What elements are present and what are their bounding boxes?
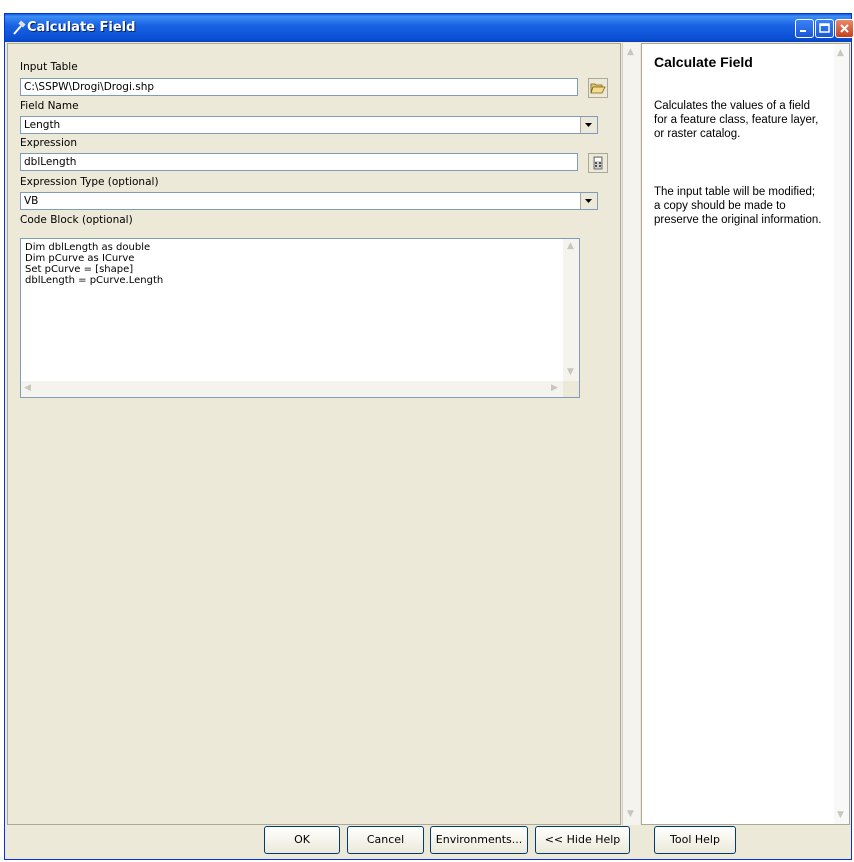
- expression-type-dropdown-button[interactable]: [580, 193, 597, 209]
- code-block-horizontal-scrollbar[interactable]: ◀ ▶: [21, 381, 563, 397]
- input-table-field[interactable]: C:\SSPW\Drogi\Drogi.shp: [20, 78, 578, 96]
- code-block-label: Code Block (optional): [20, 214, 133, 226]
- help-vertical-scrollbar[interactable]: ▲ ▼: [834, 44, 849, 824]
- help-note: The input table will be modified; a copy…: [654, 186, 822, 226]
- expression-type-label: Expression Type (optional): [20, 176, 159, 188]
- help-title: Calculate Field: [654, 54, 753, 70]
- field-name-dropdown[interactable]: Length: [20, 116, 598, 134]
- scroll-up-icon: ▲: [627, 47, 634, 57]
- expression-label: Expression: [20, 137, 77, 149]
- hammer-tool-icon: [13, 20, 26, 35]
- code-line: Dim pCurve as ICurve: [25, 253, 135, 264]
- parameters-panel: Input Table C:\SSPW\Drogi\Drogi.shp Fiel…: [7, 43, 621, 825]
- code-line: dblLength = pCurve.Length: [25, 275, 164, 286]
- field-name-label: Field Name: [20, 100, 79, 112]
- scroll-corner: [563, 381, 579, 397]
- code-block-textarea[interactable]: Dim dblLength as double Dim pCurve as IC…: [20, 238, 580, 398]
- minimize-button[interactable]: [795, 19, 814, 38]
- expression-calculator-button[interactable]: [588, 153, 608, 173]
- open-folder-icon: [590, 83, 606, 94]
- expression-type-value: VB: [24, 195, 39, 207]
- parameters-vertical-scrollbar[interactable]: ▲ ▼: [622, 43, 640, 825]
- calculate-field-window: Calculate Field Input Table C:\SSPW\Drog…: [4, 13, 854, 860]
- expression-field[interactable]: dblLength: [20, 153, 578, 171]
- scroll-left-icon: ◀: [24, 383, 31, 393]
- tool-help-button[interactable]: Tool Help: [654, 826, 736, 854]
- input-table-label: Input Table: [20, 61, 78, 73]
- maximize-button[interactable]: [815, 19, 834, 38]
- field-name-value: Length: [24, 119, 61, 131]
- expression-type-dropdown[interactable]: VB: [20, 192, 598, 210]
- help-panel: Calculate Field Calculates the values of…: [641, 43, 850, 825]
- maximize-icon: [819, 23, 830, 33]
- code-block-vertical-scrollbar[interactable]: ▲ ▼: [563, 239, 579, 381]
- scroll-down-icon: ▼: [837, 810, 844, 820]
- environments-button[interactable]: Environments...: [430, 826, 528, 854]
- close-icon: [840, 24, 849, 33]
- scroll-up-icon: ▲: [567, 241, 574, 251]
- scroll-down-icon: ▼: [567, 367, 574, 377]
- window-title: Calculate Field: [27, 20, 136, 35]
- scroll-up-icon: ▲: [837, 48, 844, 58]
- ok-button[interactable]: OK: [264, 826, 340, 854]
- minimize-icon: [800, 30, 806, 32]
- cancel-button[interactable]: Cancel: [347, 826, 424, 854]
- code-line: Dim dblLength as double: [25, 242, 151, 253]
- scroll-right-icon: ▶: [551, 383, 558, 393]
- code-line: Set pCurve = [shape]: [25, 264, 134, 275]
- chevron-down-icon: [585, 199, 592, 203]
- scroll-down-icon: ▼: [627, 809, 634, 819]
- hide-help-button[interactable]: << Hide Help: [535, 826, 630, 854]
- field-name-dropdown-button[interactable]: [580, 117, 597, 133]
- close-button[interactable]: [835, 19, 854, 38]
- help-description: Calculates the values of a field for a f…: [654, 100, 819, 140]
- chevron-down-icon: [585, 123, 592, 127]
- calculator-icon: [593, 156, 603, 170]
- browse-folder-button[interactable]: [588, 78, 608, 98]
- title-bar[interactable]: Calculate Field: [5, 14, 854, 42]
